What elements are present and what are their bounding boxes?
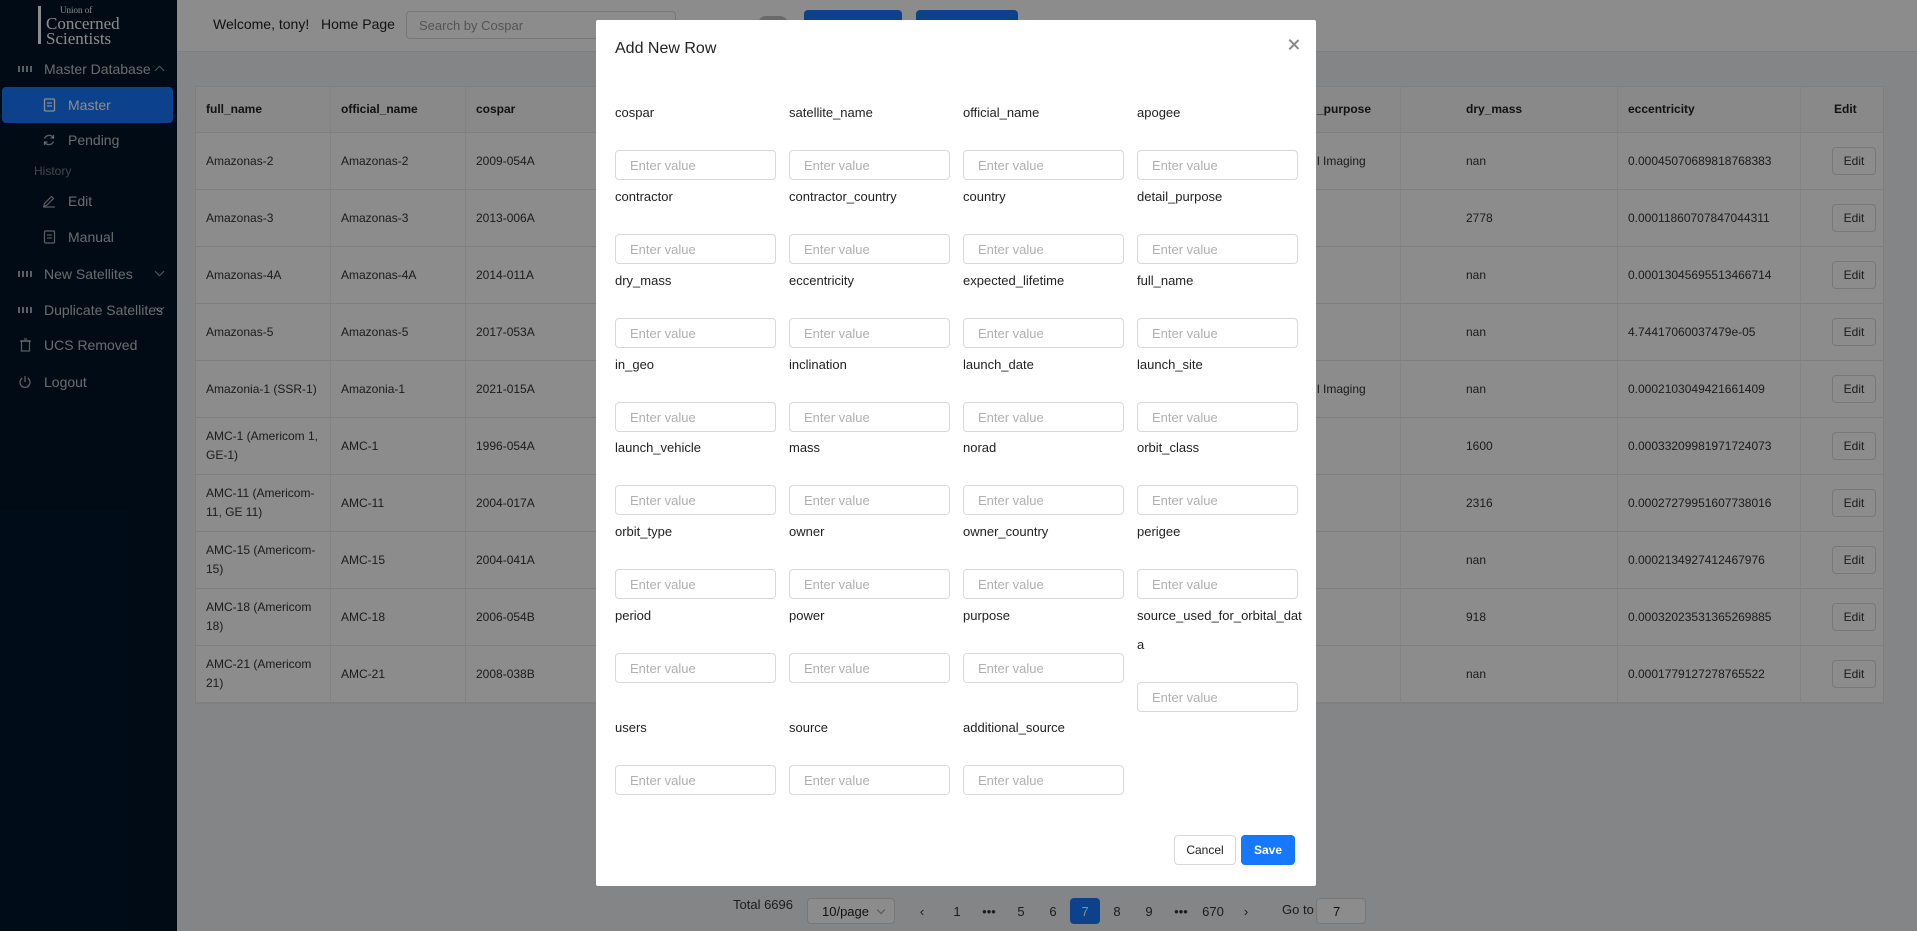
field-input-contractor[interactable] — [615, 234, 776, 264]
field-label-purpose: purpose — [963, 608, 1010, 623]
field-input-perigee[interactable] — [1137, 569, 1298, 599]
field-input-cospar[interactable] — [615, 150, 776, 180]
field-input-norad[interactable] — [963, 485, 1124, 515]
field-input-expected-lifetime[interactable] — [963, 318, 1124, 348]
field-label-eccentricity: eccentricity — [789, 273, 855, 288]
field-label-users: users — [615, 720, 647, 735]
field-input-orbit-type[interactable] — [615, 569, 776, 599]
field-label-cospar: cospar — [615, 105, 655, 120]
field-label-contractor-country: contractor_country — [789, 189, 897, 204]
field-label-launch-date: launch_date — [963, 357, 1034, 372]
field-label-perigee: perigee — [1137, 524, 1181, 539]
field-input-power[interactable] — [789, 653, 950, 683]
field-label-owner-country: owner_country — [963, 524, 1049, 539]
field-label-launch-site: launch_site — [1137, 357, 1203, 372]
field-input-detail-purpose[interactable] — [1137, 234, 1298, 264]
field-input-full-name[interactable] — [1137, 318, 1298, 348]
field-input-additional-source[interactable] — [963, 765, 1124, 795]
field-label-period: period — [615, 608, 652, 623]
field-label-power: power — [789, 608, 825, 623]
field-input-satellite-name[interactable] — [789, 150, 950, 180]
add-row-modal: Add New Row cospar satellite_name official… — [596, 20, 1316, 886]
field-input-inclination[interactable] — [789, 402, 950, 432]
field-input-launch-date[interactable] — [963, 402, 1124, 432]
field-label-in-geo: in_geo — [615, 357, 655, 372]
field-input-orbit-class[interactable] — [1137, 485, 1298, 515]
field-label-additional-source: additional_source — [963, 720, 1065, 735]
field-input-purpose[interactable] — [963, 653, 1124, 683]
field-label-detail-purpose: detail_purpose — [1137, 189, 1223, 204]
field-label-expected-lifetime: expected_lifetime — [963, 273, 1065, 288]
field-label-inclination: inclination — [789, 357, 847, 372]
field-input-owner-country[interactable] — [963, 569, 1124, 599]
field-label-orbit-type: orbit_type — [615, 524, 673, 539]
close-icon[interactable] — [1286, 37, 1302, 53]
field-label-dry-mass: dry_mass — [615, 273, 672, 288]
field-label-orbit-class: orbit_class — [1137, 440, 1200, 455]
field-input-owner[interactable] — [789, 569, 950, 599]
field-input-launch-vehicle[interactable] — [615, 485, 776, 515]
field-input-eccentricity[interactable] — [789, 318, 950, 348]
field-label-apogee: apogee — [1137, 105, 1181, 120]
field-input-mass[interactable] — [789, 485, 950, 515]
field-input-dry-mass[interactable] — [615, 318, 776, 348]
field-label-official-name: official_name — [963, 105, 1040, 120]
field-input-source[interactable] — [789, 765, 950, 795]
field-label-mass: mass — [789, 440, 821, 455]
field-label-full-name: full_name — [1137, 273, 1194, 288]
cancel-button[interactable]: Cancel — [1174, 835, 1236, 865]
field-label-country: country — [963, 189, 1006, 204]
field-input-period[interactable] — [615, 653, 776, 683]
field-label-norad: norad — [963, 440, 997, 455]
field-label-satellite-name: satellite_name — [789, 105, 873, 120]
field-input-source-used-for-orbital-data[interactable] — [1137, 682, 1298, 712]
save-button[interactable]: Save — [1241, 835, 1295, 865]
field-input-contractor-country[interactable] — [789, 234, 950, 264]
modal-title: Add New Row — [615, 40, 717, 57]
field-input-apogee[interactable] — [1137, 150, 1298, 180]
field-input-launch-site[interactable] — [1137, 402, 1298, 432]
field-label-source-used-for-orbital-data: source_used_for_orbital_data — [1137, 608, 1302, 652]
field-label-contractor: contractor — [615, 189, 673, 204]
field-label-owner: owner — [789, 524, 825, 539]
field-label-launch-vehicle: launch_vehicle — [615, 440, 702, 455]
field-input-in-geo[interactable] — [615, 402, 776, 432]
field-input-country[interactable] — [963, 234, 1124, 264]
field-input-official-name[interactable] — [963, 150, 1124, 180]
field-input-users[interactable] — [615, 765, 776, 795]
field-label-source: source — [789, 720, 829, 735]
